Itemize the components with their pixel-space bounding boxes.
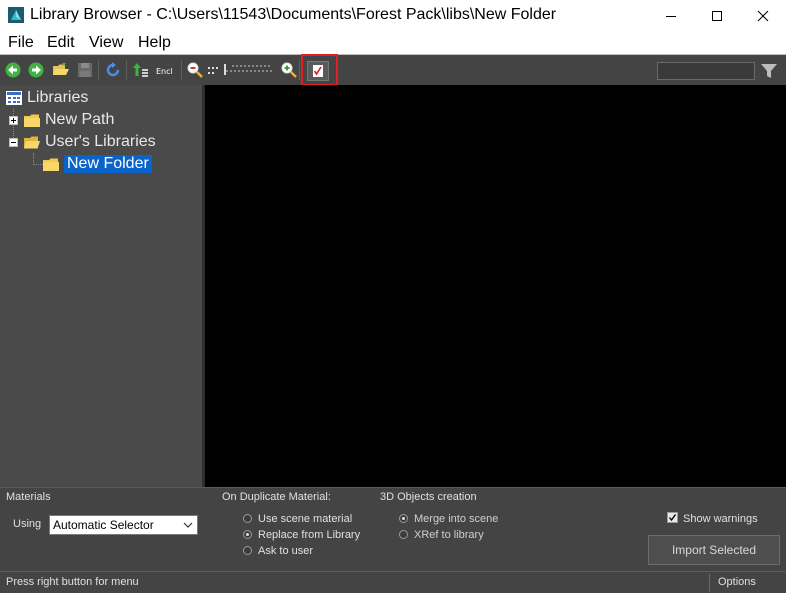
tree-label: New Path xyxy=(45,111,115,128)
checklist-icon xyxy=(313,65,323,77)
tree-item-new-folder[interactable]: New Folder xyxy=(43,153,152,175)
check-icon xyxy=(668,514,677,522)
radio-ask-to-user[interactable] xyxy=(243,546,252,555)
tree-item-users-libraries[interactable]: User's Libraries xyxy=(9,131,156,153)
search-input[interactable] xyxy=(657,62,755,80)
app-icon xyxy=(8,7,24,23)
materials-header: Materials xyxy=(6,491,51,503)
chevron-down-icon xyxy=(183,522,193,528)
radio-merge-into-scene[interactable] xyxy=(399,514,408,523)
save-icon[interactable] xyxy=(76,61,94,79)
menu-view[interactable]: View xyxy=(89,34,123,52)
radio-label: Ask to user xyxy=(258,545,314,557)
libraries-icon xyxy=(6,91,22,105)
options-button[interactable]: Options xyxy=(718,576,756,588)
radio-xref-to-library[interactable] xyxy=(399,530,408,539)
radio-label: XRef to library xyxy=(414,529,484,541)
folder-icon xyxy=(24,114,40,127)
show-warnings-label: Show warnings xyxy=(683,513,758,525)
menu-edit[interactable]: Edit xyxy=(47,34,75,52)
tree-label-selected: New Folder xyxy=(64,155,152,173)
radio-label: Merge into scene xyxy=(414,513,499,525)
using-select-value: Automatic Selector xyxy=(53,518,154,532)
show-warnings-checkbox[interactable] xyxy=(667,512,678,523)
folder-icon xyxy=(43,158,59,171)
minimize-icon xyxy=(666,16,676,17)
radio-label: Use scene material xyxy=(258,513,353,525)
tree-guide xyxy=(33,164,43,165)
using-select[interactable]: Automatic Selector xyxy=(49,515,198,535)
encoding-label: Encl xyxy=(156,67,173,76)
sort-icon[interactable] xyxy=(132,61,150,79)
menu-help[interactable]: Help xyxy=(138,34,171,52)
checklist-button[interactable] xyxy=(307,61,329,81)
maximize-button[interactable] xyxy=(694,0,740,32)
library-content-view[interactable] xyxy=(205,85,786,487)
maximize-icon xyxy=(712,11,722,21)
library-tree: Libraries New Path User's Libraries New … xyxy=(0,85,202,487)
duplicate-material-header: On Duplicate Material: xyxy=(222,491,331,503)
toolbar-separator xyxy=(98,60,99,80)
close-button[interactable] xyxy=(740,0,786,32)
toolbar-separator xyxy=(181,60,182,80)
zoom-out-icon[interactable] xyxy=(186,61,204,79)
back-icon[interactable] xyxy=(4,61,22,79)
zoom-in-icon[interactable] xyxy=(280,61,298,79)
radio-use-scene-material[interactable] xyxy=(243,514,252,523)
open-folder-icon xyxy=(24,136,40,148)
menu-file[interactable]: File xyxy=(8,34,34,52)
menu-bar: File Edit View Help xyxy=(0,32,786,54)
forward-icon[interactable] xyxy=(27,61,45,79)
zoom-slider[interactable] xyxy=(208,62,274,78)
status-text: Press right button for menu xyxy=(6,576,139,588)
toolbar-separator xyxy=(126,60,127,80)
status-bar: Press right button for menu Options xyxy=(0,571,786,593)
window-title: Library Browser - C:\Users\11543\Documen… xyxy=(30,6,557,23)
toolbar-separator xyxy=(299,60,300,80)
tree-item-new-path[interactable]: New Path xyxy=(9,109,114,131)
expand-icon[interactable] xyxy=(9,115,18,125)
using-label: Using xyxy=(13,518,42,530)
collapse-icon[interactable] xyxy=(9,137,18,147)
minimize-button[interactable] xyxy=(648,0,694,32)
status-divider xyxy=(709,574,710,592)
open-folder-icon[interactable] xyxy=(52,61,70,79)
radio-replace-from-library[interactable] xyxy=(243,530,252,539)
encoding-button[interactable]: Encl xyxy=(156,62,176,80)
refresh-icon[interactable] xyxy=(104,61,122,79)
radio-label: Replace from Library xyxy=(258,529,361,541)
objects-creation-header: 3D Objects creation xyxy=(380,491,477,503)
filter-icon[interactable] xyxy=(760,63,778,79)
close-icon xyxy=(757,10,769,22)
tree-root-libraries[interactable]: Libraries xyxy=(6,87,88,109)
title-bar: Library Browser - C:\Users\11543\Documen… xyxy=(0,0,786,32)
tree-label: Libraries xyxy=(27,89,89,106)
tree-label: User's Libraries xyxy=(45,133,156,150)
import-selected-button[interactable]: Import Selected xyxy=(648,535,780,565)
